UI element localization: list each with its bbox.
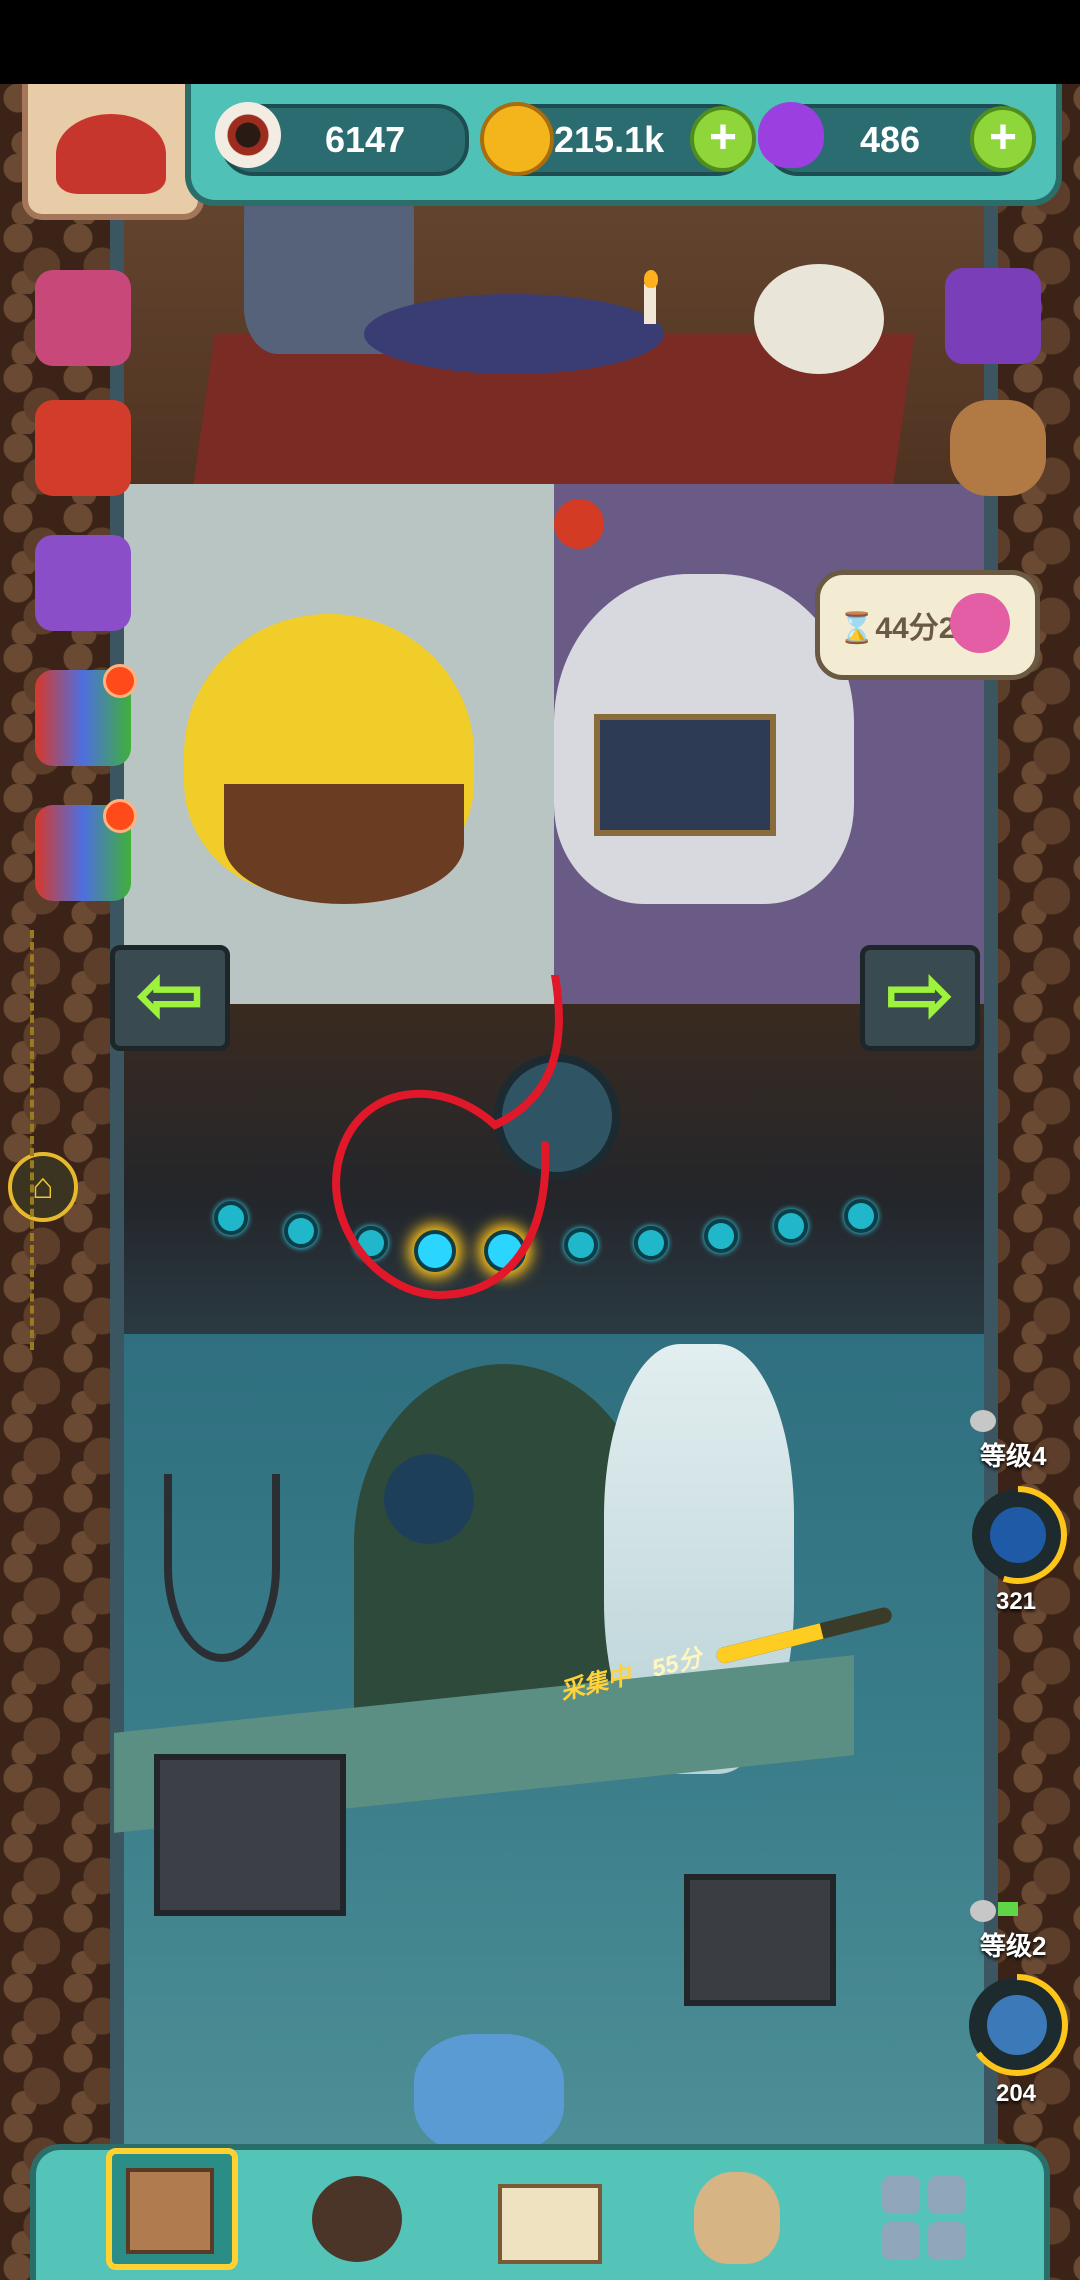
backpack-icon[interactable] xyxy=(950,400,1046,496)
coin-icon xyxy=(480,102,554,176)
candle xyxy=(644,284,656,324)
book-icon xyxy=(498,2184,602,2264)
progress-light-10 xyxy=(844,1199,878,1233)
potion-icon xyxy=(758,102,824,168)
potion-count: 486 xyxy=(860,119,921,160)
level-label-2: 等级2 xyxy=(980,1931,1047,1961)
anchor-icon xyxy=(164,1474,280,1662)
candle-flame-icon xyxy=(644,270,658,288)
red-circle-annotation xyxy=(332,975,563,1300)
creature-egg-icon xyxy=(950,593,1010,653)
bottom-navigation xyxy=(30,2144,1050,2280)
tower-icon xyxy=(126,2168,214,2254)
coin-count: 215.1k xyxy=(554,119,665,160)
potion-resource[interactable]: 486 + xyxy=(758,102,1036,176)
video-reward-icon[interactable] xyxy=(945,268,1041,364)
nav-book-button[interactable] xyxy=(486,2160,606,2270)
floor-scroll-track[interactable] xyxy=(30,930,44,1350)
resource-bar: 6147 215.1k + 486 + xyxy=(185,84,1062,206)
nav-monster-button[interactable] xyxy=(296,2160,416,2270)
next-floor-button[interactable]: ⇨ xyxy=(860,945,980,1051)
timer-text: ⌛44分2 xyxy=(838,612,956,645)
white-bird-creature[interactable] xyxy=(754,264,884,374)
gift-box-red-icon[interactable] xyxy=(35,400,131,496)
progress-light-2 xyxy=(284,1214,318,1248)
level-value-1: 321 xyxy=(995,1588,1037,1615)
grid-icon-cell xyxy=(928,2222,966,2260)
flag-icon xyxy=(998,1902,1018,1916)
grid-icon-cell xyxy=(928,2176,966,2214)
progress-light-1 xyxy=(214,1201,248,1235)
eye-resource[interactable]: 6147 xyxy=(215,102,469,176)
level-ring-1[interactable] xyxy=(965,1482,1071,1588)
progress-light-8 xyxy=(704,1219,738,1253)
progress-light-7 xyxy=(634,1226,668,1260)
card-pack-icon[interactable] xyxy=(35,535,131,631)
money-bag-icon xyxy=(694,2172,780,2264)
blue-crab-creature[interactable] xyxy=(414,2034,564,2154)
add-potions-button[interactable]: + xyxy=(970,106,1036,172)
skull-icon xyxy=(970,1900,996,1922)
nav-bag-button[interactable] xyxy=(676,2160,796,2270)
cage-crate xyxy=(684,1874,836,2006)
level-label-1: 等级4 xyxy=(980,1441,1047,1471)
castle-icon xyxy=(56,114,166,194)
metal-box xyxy=(154,1754,346,1916)
previous-floor-button[interactable]: ⇦ xyxy=(110,945,230,1051)
skull-icon xyxy=(970,1410,996,1432)
add-coins-button[interactable]: + xyxy=(690,106,756,172)
progress-light-9 xyxy=(774,1209,808,1243)
notification-dot xyxy=(103,664,137,698)
nav-tower-button[interactable] xyxy=(106,2148,238,2270)
nav-menu-button[interactable] xyxy=(866,2160,986,2270)
lightbulb-icon xyxy=(554,499,604,549)
coin-resource[interactable]: 215.1k + xyxy=(480,102,756,176)
rainbow-gift-icon-2[interactable] xyxy=(35,799,137,901)
monster-icon xyxy=(312,2176,402,2262)
control-panel xyxy=(594,714,776,836)
magic-rug xyxy=(364,294,664,374)
room-middle[interactable] xyxy=(124,484,984,1004)
eye-count: 6147 xyxy=(325,119,406,160)
level-value-2: 204 xyxy=(995,2080,1037,2107)
eyeball-icon xyxy=(215,102,281,168)
castle-avatar-button[interactable] xyxy=(22,84,204,220)
grid-icon-cell xyxy=(882,2222,920,2260)
rainbow-gift-icon-1[interactable] xyxy=(35,664,137,766)
sea-urchin-creature[interactable] xyxy=(384,1454,474,1544)
notification-dot xyxy=(103,799,137,833)
room-underwater[interactable] xyxy=(114,1334,984,2160)
timer-bubble[interactable]: ⌛44分2 xyxy=(815,570,1040,680)
level-ring-2[interactable] xyxy=(962,1970,1072,2080)
gift-box-pink-icon[interactable] xyxy=(35,270,131,366)
grid-icon xyxy=(882,2176,920,2214)
cauldron xyxy=(224,784,464,904)
